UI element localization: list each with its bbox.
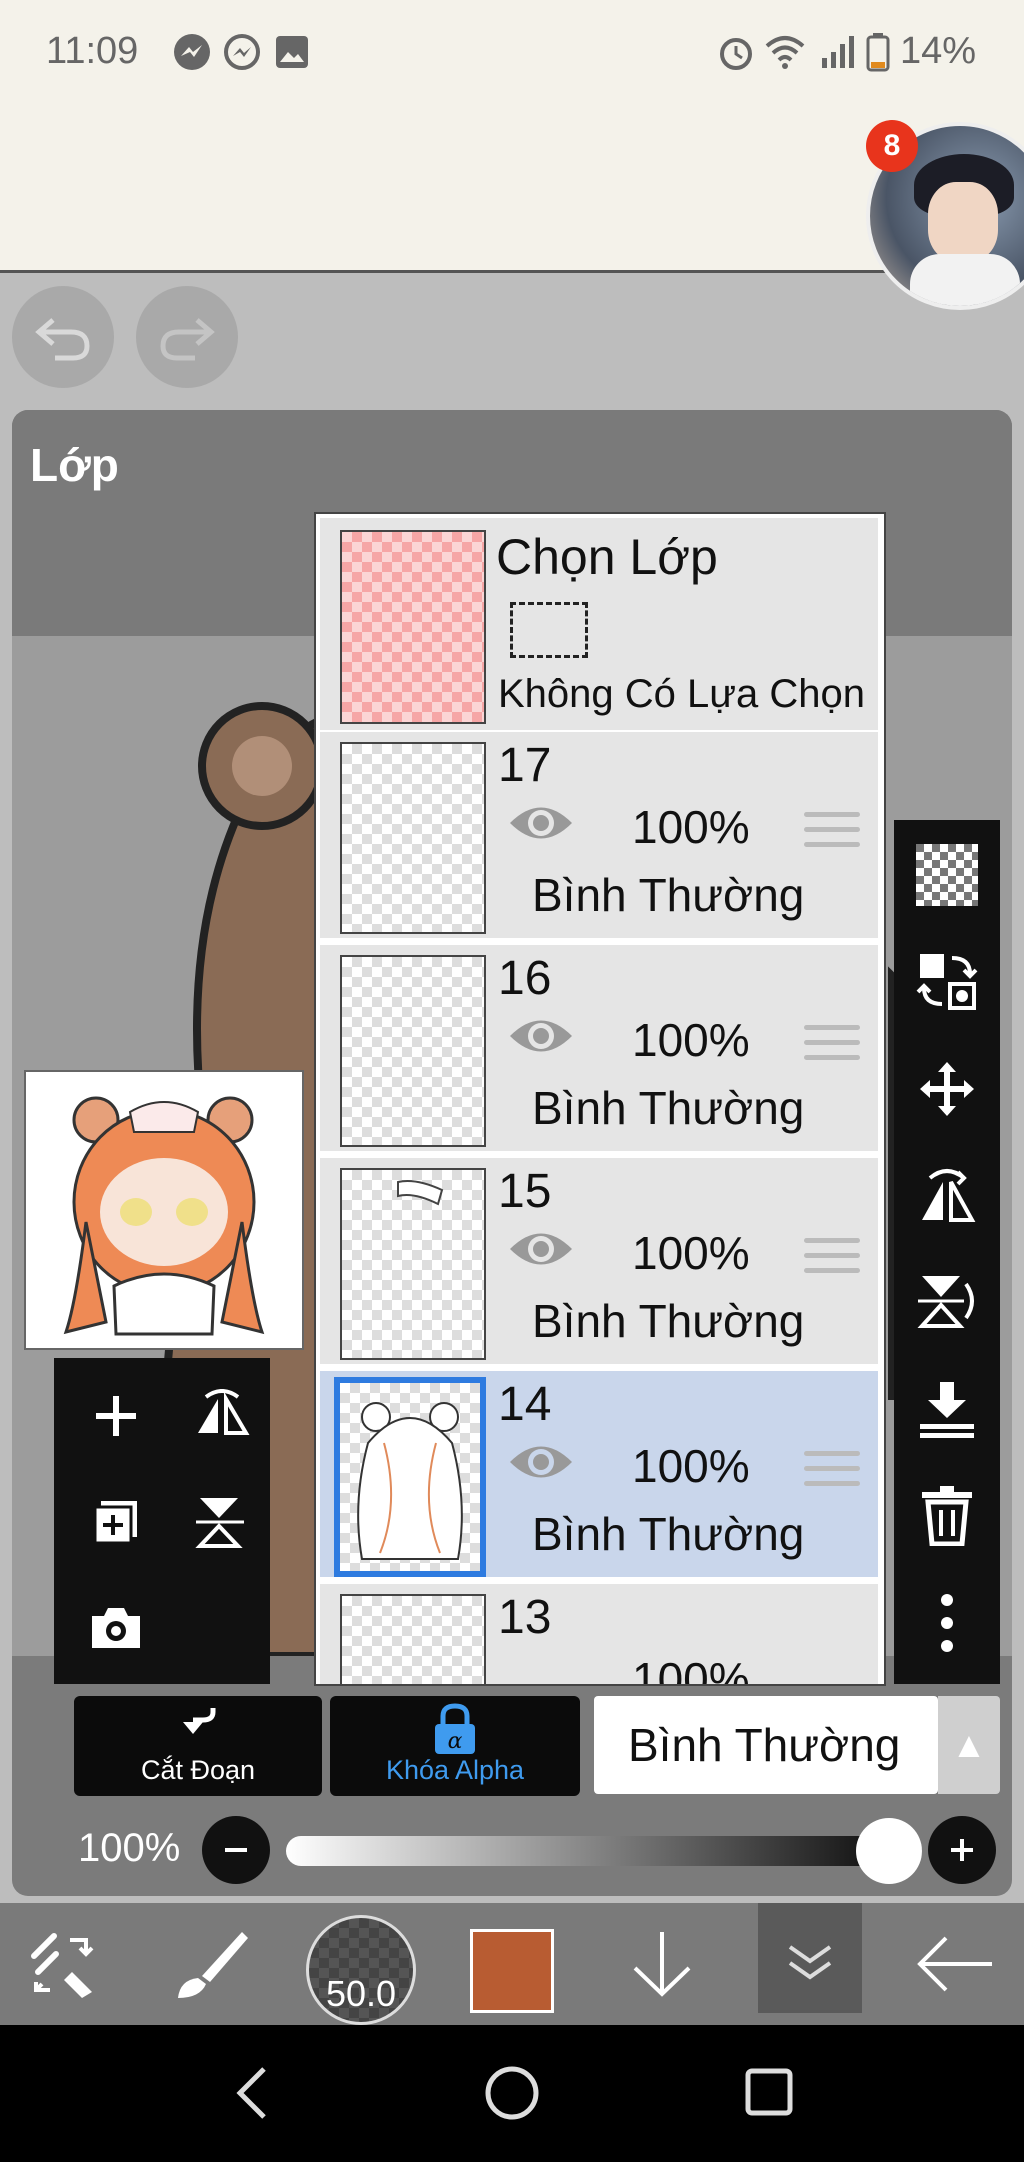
brush-size-value: 50.0 — [325, 1973, 397, 2014]
duplicate-layer-icon[interactable] — [76, 1482, 156, 1562]
transform-tool-icon[interactable] — [14, 1903, 114, 2025]
add-layer-icon[interactable] — [76, 1376, 156, 1456]
alpha-lock-label: Khóa Alpha — [385, 1755, 525, 1785]
layer-thumbnail — [340, 955, 486, 1147]
undo-button[interactable] — [12, 286, 114, 388]
layer-blend-mode: Bình Thường — [532, 1295, 805, 1347]
selection-layer-title: Chọn Lớp — [496, 529, 718, 585]
visibility-eye-icon[interactable] — [506, 798, 576, 848]
layer-tools-right — [894, 820, 1000, 1684]
alpha-lock-button[interactable]: α Khóa Alpha — [330, 1696, 580, 1796]
layer-blend-mode: Bình Thường — [532, 1508, 805, 1560]
back-arrow-icon[interactable] — [900, 1903, 1010, 2025]
swap-layers-icon[interactable] — [912, 946, 982, 1016]
layer-row-17[interactable]: 17 100% Bình Thường — [320, 732, 878, 941]
navigation-bar — [0, 2025, 1024, 2162]
blend-mode-value: Bình Thường — [628, 1719, 901, 1771]
flip-vertical-layer-icon[interactable] — [182, 1482, 262, 1562]
canvas-thumbnail[interactable] — [24, 1070, 304, 1350]
alpha-lock-icon: α — [330, 1702, 580, 1761]
layer-name: 15 — [498, 1165, 552, 1218]
delete-layer-icon[interactable] — [912, 1480, 982, 1550]
svg-text:α: α — [448, 1729, 463, 1754]
messenger-icon — [222, 32, 262, 77]
visibility-eye-icon[interactable] — [506, 1437, 576, 1487]
messenger-icon — [172, 32, 212, 77]
layer-opacity: 100% — [632, 1014, 750, 1066]
layer-thumbnail — [334, 1377, 486, 1577]
layer-thumbnail — [340, 742, 486, 934]
layer-thumbnail — [340, 1594, 486, 1684]
layer-row-15[interactable]: 15 100% Bình Thường — [320, 1158, 878, 1367]
status-time: 11:09 — [46, 30, 139, 72]
alarm-icon — [716, 32, 756, 77]
layer-blend-mode: Bình Thường — [532, 1082, 805, 1134]
layer-blend-mode: Bình Thường — [532, 869, 805, 921]
image-icon — [274, 34, 310, 75]
move-icon[interactable] — [912, 1054, 982, 1124]
chat-head-badge: 8 — [866, 120, 918, 172]
opacity-label: 100% — [78, 1826, 181, 1870]
layer-row-16[interactable]: 16 100% Bình Thường — [320, 945, 878, 1154]
layer-tools-left — [54, 1358, 270, 1684]
signal-icon — [818, 32, 858, 77]
drag-handle-icon[interactable] — [804, 1451, 860, 1495]
blend-mode-select[interactable]: Bình Thường — [594, 1696, 938, 1794]
layer-opacity: 100% — [632, 1653, 750, 1686]
drag-handle-icon[interactable] — [804, 812, 860, 856]
layer-opacity: 100% — [632, 801, 750, 853]
bottom-toolbar: 50.0 — [0, 1903, 1024, 2025]
selection-layer-status: Không Có Lựa Chọn — [498, 672, 866, 716]
layer-name: 16 — [498, 952, 552, 1005]
selection-layer[interactable]: Chọn Lớp Không Có Lựa Chọn — [320, 518, 878, 733]
transparency-checker-icon[interactable] — [912, 840, 982, 910]
layer-name: 14 — [498, 1378, 552, 1431]
brush-tool-icon[interactable] — [160, 1903, 260, 2025]
flip-horizontal-icon[interactable] — [912, 1160, 982, 1230]
opacity-slider-thumb[interactable] — [856, 1818, 922, 1884]
flip-horizontal-layer-icon[interactable] — [182, 1376, 262, 1456]
clipping-arrow-icon — [74, 1704, 322, 1757]
merge-down-icon[interactable] — [912, 1374, 982, 1444]
opacity-decrease-button[interactable] — [202, 1816, 270, 1884]
selection-layer-thumbnail — [340, 530, 486, 724]
layers-button[interactable] — [758, 1903, 862, 2013]
selection-marquee-icon — [510, 602, 588, 658]
clipping-button[interactable]: Cắt Đoạn — [74, 1696, 322, 1796]
battery-icon — [866, 32, 890, 77]
opacity-slider[interactable] — [286, 1836, 922, 1866]
layer-opacity: 100% — [632, 1440, 750, 1492]
nav-back-icon[interactable] — [232, 2065, 272, 2126]
color-swatch[interactable] — [470, 1929, 554, 2013]
battery-percent: 14% — [899, 30, 976, 72]
blend-mode-dropdown-icon[interactable]: ▲ — [938, 1696, 1000, 1794]
flip-vertical-icon[interactable] — [912, 1266, 982, 1336]
opacity-increase-button[interactable] — [928, 1816, 996, 1884]
visibility-eye-icon[interactable] — [506, 1011, 576, 1061]
layer-thumbnail — [340, 1168, 486, 1360]
camera-icon[interactable] — [76, 1588, 156, 1668]
layer-name: 13 — [498, 1591, 552, 1644]
nav-recents-icon[interactable] — [744, 2067, 794, 2122]
drag-handle-icon[interactable] — [804, 1025, 860, 1069]
layer-name: 17 — [498, 739, 552, 792]
redo-button[interactable] — [136, 286, 238, 388]
wifi-icon — [764, 32, 806, 77]
panel-title: Lớp — [30, 439, 119, 491]
visibility-eye-icon[interactable] — [506, 1224, 576, 1274]
layer-opacity: 100% — [632, 1227, 750, 1279]
download-arrow-icon[interactable] — [612, 1903, 712, 2025]
layer-row-13[interactable]: 13 100% — [320, 1584, 878, 1686]
drag-handle-icon[interactable] — [804, 1238, 860, 1282]
layer-row-14[interactable]: 14 100% Bình Thường — [320, 1371, 878, 1580]
layer-list[interactable]: Chọn Lớp Không Có Lựa Chọn 17 100% Bình … — [314, 512, 886, 1686]
clipping-label: Cắt Đoạn — [140, 1755, 256, 1785]
more-options-icon[interactable] — [912, 1588, 982, 1658]
nav-home-icon[interactable] — [484, 2065, 540, 2126]
